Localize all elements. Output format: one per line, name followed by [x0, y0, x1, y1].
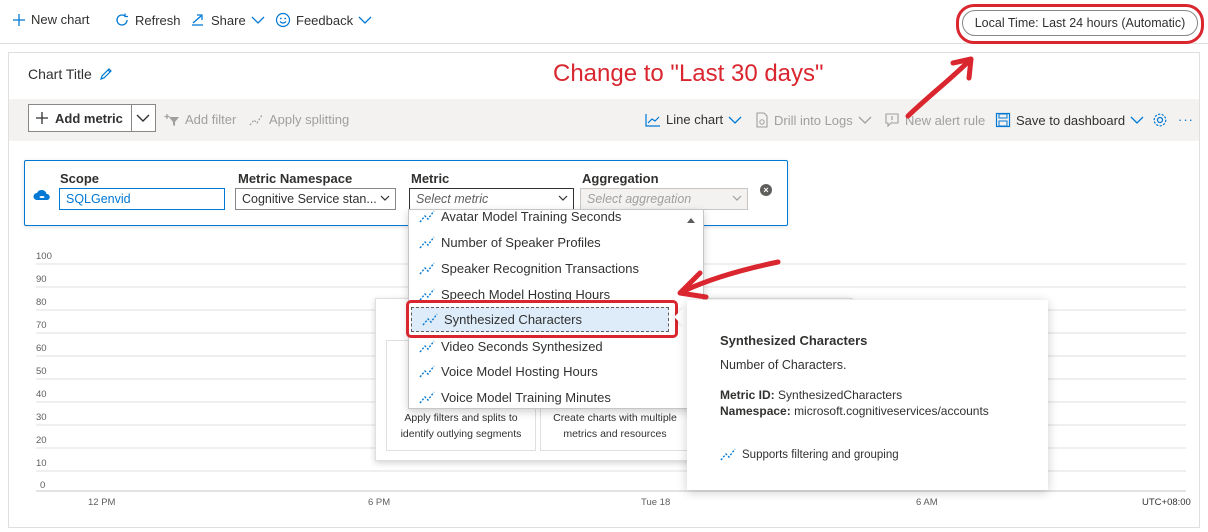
annotation-arrow-line — [905, 57, 973, 119]
annotation-arrows — [677, 56, 974, 300]
